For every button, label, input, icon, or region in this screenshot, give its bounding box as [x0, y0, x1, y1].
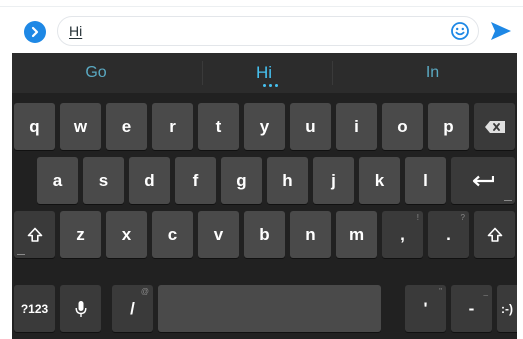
spacebar[interactable] — [158, 285, 381, 332]
key-b[interactable]: b — [244, 211, 285, 258]
shift-icon — [487, 227, 502, 242]
key-r[interactable]: r — [152, 103, 193, 150]
smiley-icon[interactable] — [450, 21, 470, 41]
key-l[interactable]: l — [405, 157, 446, 204]
key-e[interactable]: e — [106, 103, 147, 150]
key-n[interactable]: n — [290, 211, 331, 258]
shift-key-left[interactable] — [14, 211, 55, 258]
key-apostrophe-hint: " — [439, 287, 442, 296]
suggestion-left[interactable]: Go — [12, 53, 180, 93]
key-z[interactable]: z — [60, 211, 101, 258]
symbols-key[interactable]: ?123 — [14, 285, 55, 332]
key-q[interactable]: q — [14, 103, 55, 150]
emoticon-key[interactable]: :-) — [497, 285, 517, 332]
key-w[interactable]: w — [60, 103, 101, 150]
key-comma[interactable]: , ! — [382, 211, 423, 258]
key-slash-hint: @ — [140, 287, 149, 296]
key-dash-label: - — [468, 298, 475, 318]
enter-icon — [472, 175, 494, 186]
suggestion-strip: Go Hi In — [12, 53, 517, 93]
key-c[interactable]: c — [152, 211, 193, 258]
key-period[interactable]: . ? — [428, 211, 469, 258]
key-slash[interactable]: / @ — [112, 285, 153, 332]
key-g[interactable]: g — [221, 157, 262, 204]
key-t[interactable]: t — [198, 103, 239, 150]
microphone-icon — [75, 300, 86, 317]
suggestion-center[interactable]: Hi — [180, 53, 348, 93]
backspace-icon — [484, 120, 505, 133]
shift-key-right[interactable] — [474, 211, 515, 258]
compose-bar: Hi — [0, 0, 523, 48]
key-comma-label: , — [400, 224, 405, 244]
key-s[interactable]: s — [83, 157, 124, 204]
chevron-right-icon — [31, 26, 39, 38]
key-apostrophe[interactable]: ' " — [405, 285, 446, 332]
key-u[interactable]: u — [290, 103, 331, 150]
more-suggestions-indicator — [263, 84, 279, 87]
key-i[interactable]: i — [336, 103, 377, 150]
key-corner-mark — [504, 200, 512, 201]
divider — [0, 6, 523, 7]
key-period-label: . — [446, 224, 451, 244]
key-h[interactable]: h — [267, 157, 308, 204]
soft-keyboard: Go Hi In q w e r t y u i o p a s d f g h… — [12, 53, 517, 339]
key-d[interactable]: d — [129, 157, 170, 204]
backspace-key[interactable] — [474, 103, 515, 150]
key-comma-hint: ! — [416, 213, 419, 222]
expand-button[interactable] — [24, 21, 46, 43]
key-x[interactable]: x — [106, 211, 147, 258]
microphone-key[interactable] — [60, 285, 101, 332]
key-m[interactable]: m — [336, 211, 377, 258]
key-j[interactable]: j — [313, 157, 354, 204]
key-y[interactable]: y — [244, 103, 285, 150]
key-a[interactable]: a — [37, 157, 78, 204]
key-dash[interactable]: - _ — [451, 285, 492, 332]
key-dash-hint: _ — [483, 287, 488, 296]
key-k[interactable]: k — [359, 157, 400, 204]
key-f[interactable]: f — [175, 157, 216, 204]
message-text: Hi — [69, 23, 83, 39]
key-period-hint: ? — [460, 213, 465, 222]
suggestion-right[interactable]: In — [348, 53, 517, 93]
key-o[interactable]: o — [382, 103, 423, 150]
message-input[interactable]: Hi — [57, 16, 479, 46]
key-p[interactable]: p — [428, 103, 469, 150]
suggestion-divider — [332, 61, 333, 85]
key-apostrophe-label: ' — [423, 298, 428, 318]
key-slash-label: / — [130, 298, 135, 318]
enter-key[interactable] — [451, 157, 515, 204]
key-v[interactable]: v — [198, 211, 239, 258]
send-icon[interactable] — [490, 21, 512, 41]
shift-icon — [27, 227, 42, 242]
key-corner-mark — [17, 254, 25, 255]
